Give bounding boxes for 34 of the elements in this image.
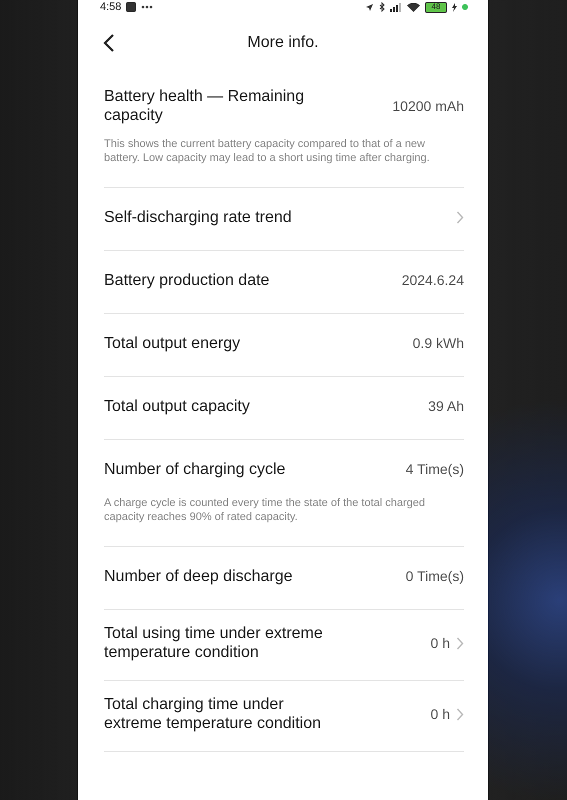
back-icon[interactable] [102, 33, 116, 53]
chevron-icon[interactable] [456, 708, 464, 720]
page-title: More info. [247, 34, 319, 52]
signal-icon [390, 2, 402, 12]
item-label: Number of charging cycle [104, 460, 286, 478]
item-label: Number of deep discharge [104, 566, 293, 586]
wifi-icon [407, 2, 420, 12]
item-description: This shows the current battery capacity compared to that of a new battery. Low capacity may lead to a short using time after charging. [104, 137, 431, 166]
status-dot-icon [462, 4, 468, 10]
item-label[interactable]: Self-discharging rate trend [104, 208, 292, 226]
charging-icon [452, 2, 457, 12]
more-dots-icon [141, 5, 154, 9]
item-value: 0 h [430, 706, 450, 722]
item-label: Total output energy [104, 334, 240, 352]
status-time: 4:58 [100, 1, 122, 13]
battery-indicator: 48 [425, 2, 447, 12]
item-value: 4 Time(s) [406, 461, 464, 477]
item-label: Battery production date [104, 270, 270, 290]
item-value: 0.9 kWh [412, 335, 464, 351]
item-description: A charge cycle is counted every time the state of the total charged capacity reaches 90% of rated capacity. [104, 496, 426, 525]
chevron-icon[interactable] [456, 210, 464, 224]
item-value: 10200 mAh [392, 98, 464, 114]
bluetooth-icon [379, 2, 385, 12]
item-value: 39 Ah [428, 398, 464, 414]
item-label: Battery health — Remaining capacity [104, 87, 306, 125]
notification-icon [126, 2, 136, 12]
chevron-icon[interactable] [456, 636, 464, 650]
item-value: 0 Time(s) [406, 568, 464, 584]
item-label: Total output capacity [104, 396, 250, 416]
location-icon [365, 2, 374, 12]
item-value: 2024.6.24 [402, 272, 464, 288]
item-value: 0 h [430, 635, 450, 651]
item-label[interactable]: Total charging time under extreme temperature condition [104, 695, 344, 733]
item-label[interactable]: Total using time under extreme temperature condition [104, 624, 344, 662]
